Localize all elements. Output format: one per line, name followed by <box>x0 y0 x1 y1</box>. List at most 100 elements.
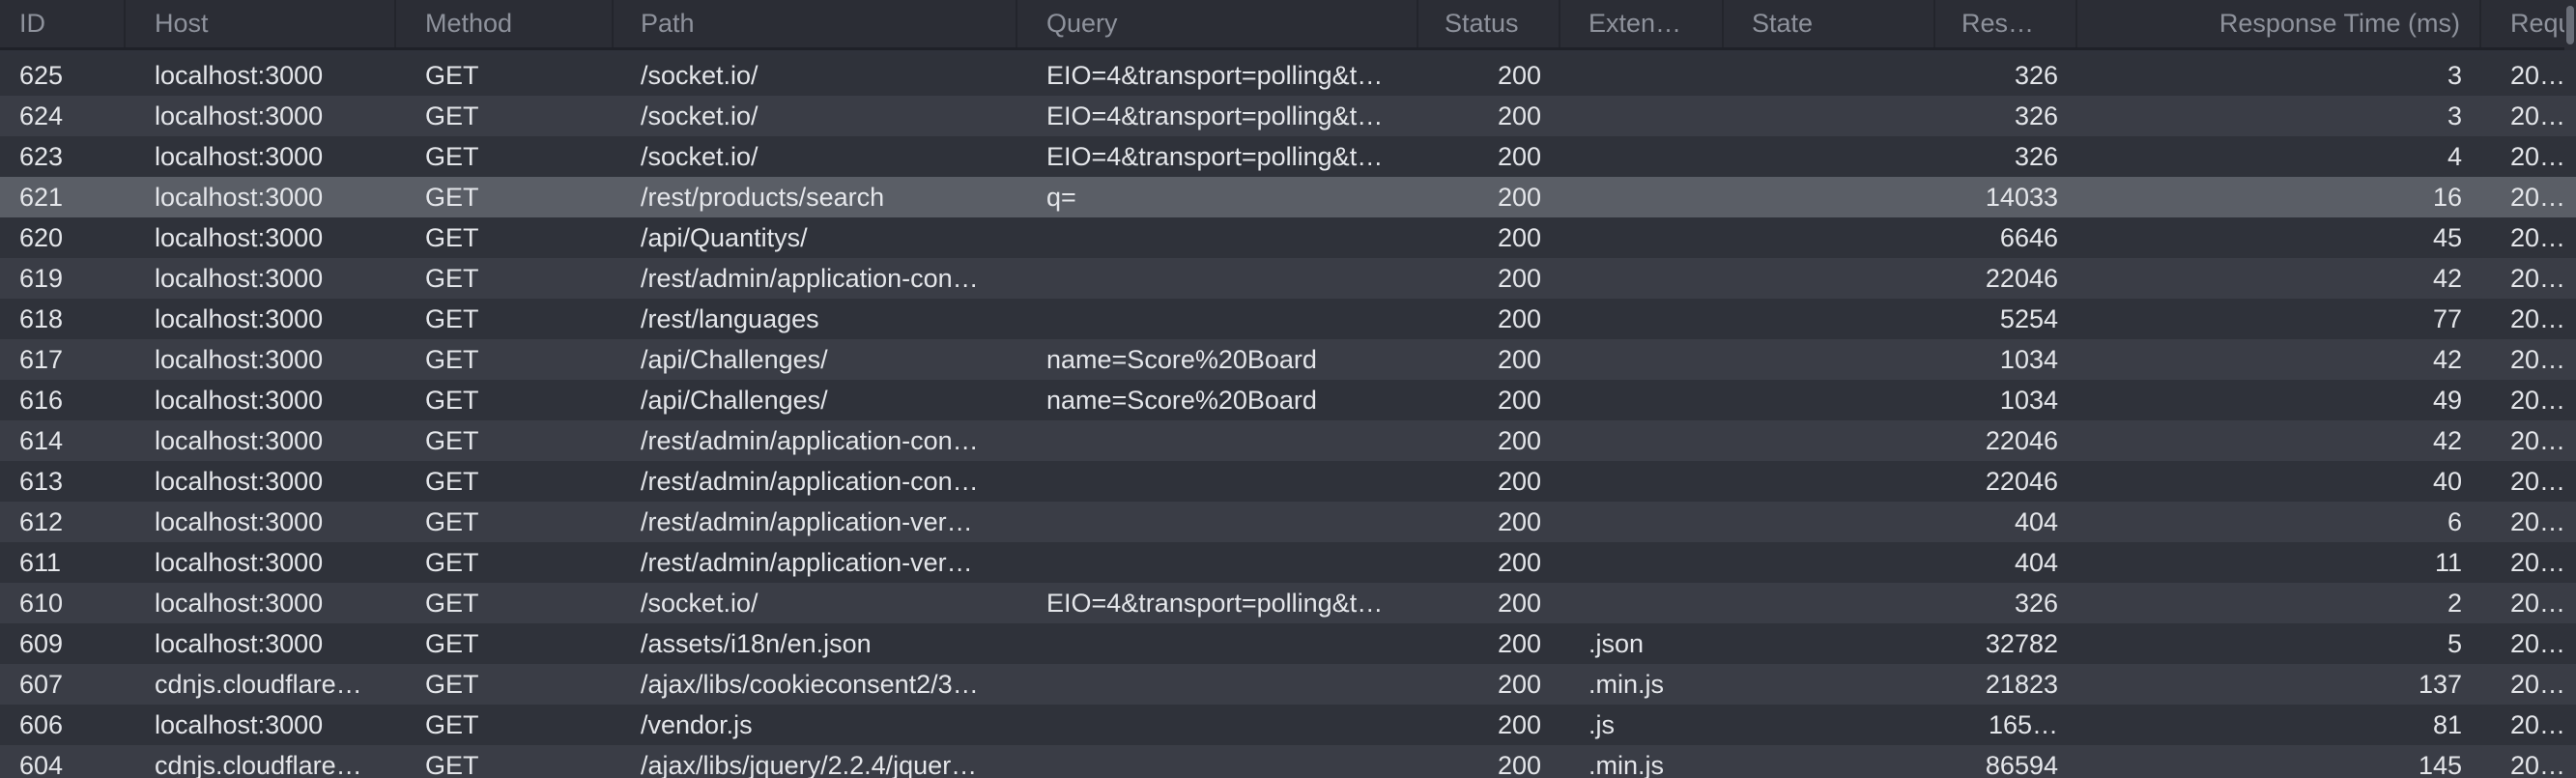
table-row[interactable]: 619 localhost:3000 GET/rest/admin/applicat… <box>0 258 2576 299</box>
cell-req: 2025 <box>2510 467 2569 496</box>
cell-method: GET <box>425 589 479 618</box>
cell-method: GET <box>425 629 479 658</box>
table-row[interactable]: 607 cdnjs.cloudflare… GET/ajax/libs/cookie… <box>0 664 2576 705</box>
table-row[interactable]: 610 localhost:3000 GET/socket.io/EIO=4&tra… <box>0 583 2576 623</box>
cell-method: GET <box>425 264 479 293</box>
table-row[interactable]: 614 localhost:3000 GET/rest/admin/applicat… <box>0 420 2576 461</box>
cell-req: 2025 <box>2510 589 2569 618</box>
table-row[interactable]: 620 localhost:3000 GET/api/Quantitys/200 66… <box>0 217 2576 258</box>
cell-id: 616 <box>19 386 64 415</box>
cell-res: 32782 <box>1985 629 2058 658</box>
cell-status: 200 <box>1497 264 1541 293</box>
cell-state <box>1732 502 1935 542</box>
table-row[interactable]: 604 cdnjs.cloudflare… GET/ajax/libs/jquery… <box>0 745 2576 778</box>
cell-state <box>1732 339 1935 380</box>
cell-status: 200 <box>1497 142 1541 171</box>
cell-id: 624 <box>19 101 64 130</box>
column-header-path[interactable]: Path <box>621 0 1017 47</box>
cell-host: localhost:3000 <box>155 548 324 577</box>
cell-id: 611 <box>19 548 62 577</box>
cell-id: 612 <box>19 507 64 536</box>
cell-res: 326 <box>2014 142 2058 171</box>
table-row[interactable]: 609 localhost:3000 GET/assets/i18n/en.json… <box>0 623 2576 664</box>
cell-ext <box>1569 299 1724 339</box>
cell-req: 2025 <box>2510 264 2569 293</box>
cell-query <box>1027 542 1418 583</box>
vertical-scrollbar[interactable] <box>2564 0 2576 50</box>
table-header: ID Host Method Path Query Status Exten… State Re… <box>0 0 2576 50</box>
cell-res: 165… <box>1988 710 2058 739</box>
table-row[interactable]: 624 localhost:3000 GET/socket.io/EIO=4&tra… <box>0 96 2576 136</box>
cell-method: GET <box>425 467 479 496</box>
cell-state <box>1732 461 1935 502</box>
cell-path: /api/Challenges/ <box>641 386 828 415</box>
column-header-state[interactable]: State <box>1732 0 1935 47</box>
cell-host: cdnjs.cloudflare… <box>155 670 362 699</box>
cell-host: localhost:3000 <box>155 264 324 293</box>
cell-state <box>1732 745 1935 778</box>
column-header-query[interactable]: Query <box>1027 0 1418 47</box>
cell-query <box>1027 502 1418 542</box>
cell-path: /rest/admin/application-con… <box>641 426 979 455</box>
column-header-host[interactable]: Host <box>135 0 396 47</box>
table-row[interactable]: 616 localhost:3000 GET/api/Challenges/name… <box>0 380 2576 420</box>
cell-status: 200 <box>1497 183 1541 212</box>
cell-id: 606 <box>19 710 64 739</box>
cell-ext <box>1569 55 1724 96</box>
table-row[interactable]: 625 localhost:3000 GET/socket.io/EIO=4&tra… <box>0 55 2576 96</box>
cell-id: 621 <box>19 183 64 212</box>
cell-req: 2025 <box>2510 629 2569 658</box>
cell-ext <box>1569 177 1724 217</box>
column-header-id[interactable]: ID <box>0 0 126 47</box>
cell-host: localhost:3000 <box>155 467 324 496</box>
cell-status: 200 <box>1497 426 1541 455</box>
column-header-status[interactable]: Status <box>1425 0 1560 47</box>
table-row[interactable]: 613 localhost:3000 GET/rest/admin/applicat… <box>0 461 2576 502</box>
cell-rt: 49 <box>2432 386 2462 415</box>
cell-state <box>1732 177 1935 217</box>
cell-host: localhost:3000 <box>155 142 324 171</box>
cell-status: 200 <box>1497 386 1541 415</box>
cell-rt: 4 <box>2447 142 2462 171</box>
cell-host: localhost:3000 <box>155 426 324 455</box>
cell-id: 607 <box>19 670 64 699</box>
table-row[interactable]: 606 localhost:3000 GET/vendor.js 200 .js 165…… <box>0 705 2576 745</box>
cell-query <box>1027 299 1418 339</box>
table-row[interactable]: 623 localhost:3000 GET/socket.io/EIO=4&tra… <box>0 136 2576 177</box>
cell-req: 2025 <box>2510 507 2569 536</box>
column-header-rt[interactable]: Response Time (ms) <box>2077 0 2481 47</box>
cell-method: GET <box>425 670 479 699</box>
cell-state <box>1732 299 1935 339</box>
cell-res: 404 <box>2014 548 2058 577</box>
cell-status: 200 <box>1497 223 1541 252</box>
table-row[interactable]: 618 localhost:3000 GET/rest/languages 200 52… <box>0 299 2576 339</box>
cell-res: 86594 <box>1985 751 2058 778</box>
cell-req: 2025 <box>2510 386 2569 415</box>
table-row[interactable]: 612 localhost:3000 GET/rest/admin/applicat… <box>0 502 2576 542</box>
cell-rt: 137 <box>2418 670 2462 699</box>
table-row[interactable]: 621 localhost:3000 GET/rest/products/searc… <box>0 177 2576 217</box>
cell-req: 2025 <box>2510 142 2569 171</box>
cell-ext <box>1569 502 1724 542</box>
cell-path: /assets/i18n/en.json <box>641 629 872 658</box>
column-header-method[interactable]: Method <box>406 0 614 47</box>
table-row[interactable]: 611 localhost:3000 GET/rest/admin/applicat… <box>0 542 2576 583</box>
cell-ext <box>1569 136 1724 177</box>
cell-rt: 3 <box>2447 101 2462 130</box>
cell-id: 609 <box>19 629 64 658</box>
cell-req: 2025 <box>2510 548 2569 577</box>
cell-query <box>1027 705 1418 745</box>
cell-res: 14033 <box>1985 183 2058 212</box>
scrollbar-thumb[interactable] <box>2566 6 2574 44</box>
table-row[interactable]: 617 localhost:3000 GET/api/Challenges/name… <box>0 339 2576 380</box>
cell-ext <box>1569 461 1724 502</box>
cell-req: 2025 <box>2510 183 2569 212</box>
column-header-req[interactable]: Requ <box>2491 0 2576 47</box>
cell-query: EIO=4&transport=polling&t… <box>1046 61 1384 90</box>
column-header-ext[interactable]: Exten… <box>1569 0 1724 47</box>
cell-state <box>1732 258 1935 299</box>
cell-path: /rest/products/search <box>641 183 885 212</box>
cell-req: 2025 <box>2510 304 2569 333</box>
cell-rt: 45 <box>2432 223 2462 252</box>
column-header-res[interactable]: Res… <box>1942 0 2077 47</box>
